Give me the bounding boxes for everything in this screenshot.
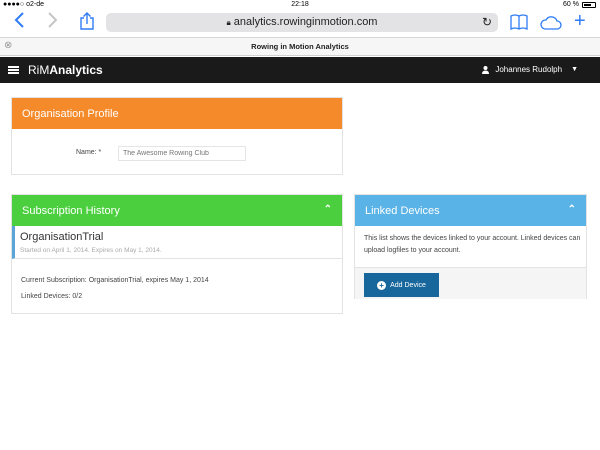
add-device-button[interactable]: + Add Device xyxy=(364,273,439,297)
collapse-icon[interactable]: ⌃ xyxy=(324,204,332,215)
user-name: Johannes Rudolph xyxy=(495,65,563,74)
bookmarks-icon[interactable] xyxy=(510,14,528,35)
collapse-icon[interactable]: ⌃ xyxy=(568,204,576,215)
brand-logo[interactable]: RiMAnalytics xyxy=(28,63,103,77)
back-icon[interactable] xyxy=(10,12,30,32)
brand-suffix: Analytics xyxy=(49,63,103,77)
status-bar: ●●●●○ o2-de 22:18 60 % xyxy=(0,0,600,10)
share-icon[interactable] xyxy=(77,12,97,32)
browser-toolbar: 🔒︎ analytics.rowinginmotion.com ↻ + xyxy=(0,10,600,36)
clock: 22:18 xyxy=(291,1,309,8)
address-bar[interactable]: 🔒︎ analytics.rowinginmotion.com ↻ xyxy=(106,13,498,32)
linked-devices-description: This list shows the devices linked to yo… xyxy=(364,235,581,254)
menu-icon[interactable] xyxy=(8,66,19,74)
linked-devices-panel: Linked Devices ⌃ This list shows the dev… xyxy=(354,194,587,299)
icloud-tabs-icon[interactable] xyxy=(540,16,562,35)
name-label: Name: * xyxy=(76,149,102,156)
subscription-history-header[interactable]: Subscription History ⌃ xyxy=(12,195,342,226)
current-subscription-text: Current Subscription: OrganisationTrial,… xyxy=(21,277,209,284)
brand-prefix: RiM xyxy=(28,63,50,77)
url-text: analytics.rowinginmotion.com xyxy=(233,16,378,28)
subscription-name: OrganisationTrial xyxy=(20,231,104,243)
battery-percent: 60 % xyxy=(563,1,579,8)
subscription-entry: OrganisationTrial Started on April 1, 20… xyxy=(12,226,342,259)
add-device-label: Add Device xyxy=(390,281,426,289)
organisation-name-input[interactable] xyxy=(118,146,246,161)
lock-icon: 🔒︎ xyxy=(226,18,231,27)
organisation-profile-header: Organisation Profile xyxy=(12,98,342,129)
subscription-history-panel: Subscription History ⌃ OrganisationTrial… xyxy=(11,194,343,314)
user-menu[interactable]: Johannes Rudolph ▼ xyxy=(482,65,578,74)
panel-title: Linked Devices xyxy=(365,205,440,217)
linked-devices-header[interactable]: Linked Devices ⌃ xyxy=(355,195,586,226)
app-header: RiMAnalytics Johannes Rudolph ▼ xyxy=(0,57,600,83)
linked-devices-count: Linked Devices: 0/2 xyxy=(21,293,83,300)
user-icon xyxy=(482,65,490,74)
battery-indicator: 60 % xyxy=(563,1,596,8)
panel-title: Subscription History xyxy=(22,205,120,217)
tab-bar: ⊗ Rowing in Motion Analytics xyxy=(0,37,600,56)
tab-title[interactable]: Rowing in Motion Analytics xyxy=(0,42,600,51)
plus-circle-icon: + xyxy=(377,280,387,290)
battery-icon xyxy=(582,1,596,8)
forward-icon[interactable] xyxy=(42,12,62,32)
new-tab-icon[interactable]: + xyxy=(574,10,586,33)
reload-icon[interactable]: ↻ xyxy=(482,15,492,29)
subscription-dates: Started on April 1, 2014. Expires on May… xyxy=(20,247,162,254)
caret-down-icon: ▼ xyxy=(571,66,578,73)
linked-devices-footer: + Add Device xyxy=(355,267,586,299)
organisation-profile-panel: Organisation Profile Name: * xyxy=(11,97,343,175)
panel-title: Organisation Profile xyxy=(22,108,119,120)
